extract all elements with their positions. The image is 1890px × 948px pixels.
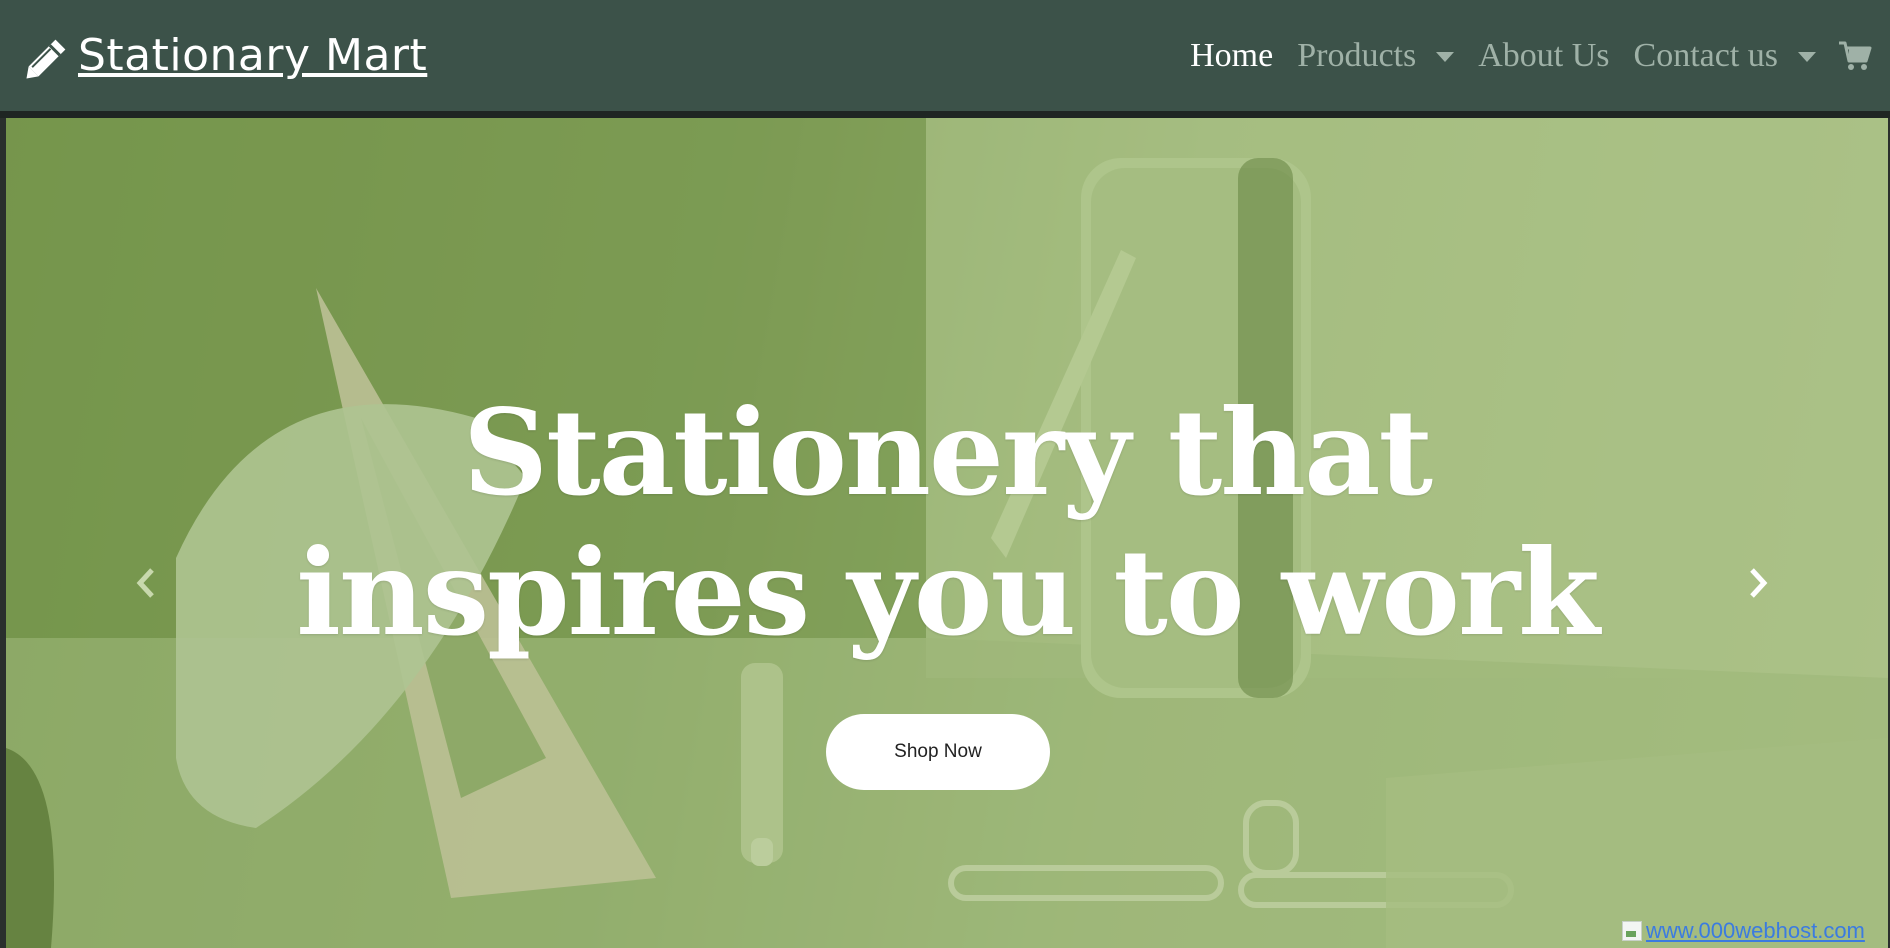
- chevron-down-icon: [1798, 51, 1816, 62]
- nav-contact-label: Contact us: [1633, 36, 1778, 74]
- nav-links: Home Products About Us Contact us: [1190, 37, 1872, 75]
- nav-products[interactable]: Products: [1297, 36, 1455, 75]
- nav-home-label: Home: [1190, 36, 1274, 74]
- hosting-badge-link[interactable]: www.000webhost.com: [1622, 916, 1865, 946]
- hosting-badge-image-icon: [1622, 921, 1642, 941]
- brand-link[interactable]: Stationary Mart: [22, 29, 427, 83]
- hosting-badge-text: www.000webhost.com: [1646, 918, 1865, 943]
- brand-name: Stationary Mart: [78, 30, 428, 81]
- chevron-right-icon[interactable]: [1738, 558, 1778, 608]
- chevron-down-icon: [1436, 51, 1455, 62]
- headline-line-1: Stationery that: [462, 383, 1433, 522]
- cart-icon[interactable]: [1838, 40, 1872, 72]
- navbar-divider: [0, 111, 1890, 118]
- nav-about[interactable]: About Us: [1478, 37, 1609, 75]
- chevron-left-icon[interactable]: [126, 558, 166, 608]
- hero-carousel: Stationery that inspires you to work Sho…: [6, 118, 1888, 948]
- nav-products-label: Products: [1297, 36, 1417, 74]
- pencil-icon: [22, 33, 72, 83]
- nav-home[interactable]: Home: [1190, 37, 1273, 75]
- navbar: Stationary Mart Home Products About Us C…: [0, 0, 1890, 111]
- headline-line-2: inspires you to work: [296, 523, 1600, 662]
- nav-about-label: About Us: [1478, 36, 1610, 74]
- hero-headline: Stationery that inspires you to work: [6, 383, 1888, 663]
- nav-contact[interactable]: Contact us: [1634, 37, 1816, 75]
- shop-now-button[interactable]: Shop Now: [826, 714, 1050, 790]
